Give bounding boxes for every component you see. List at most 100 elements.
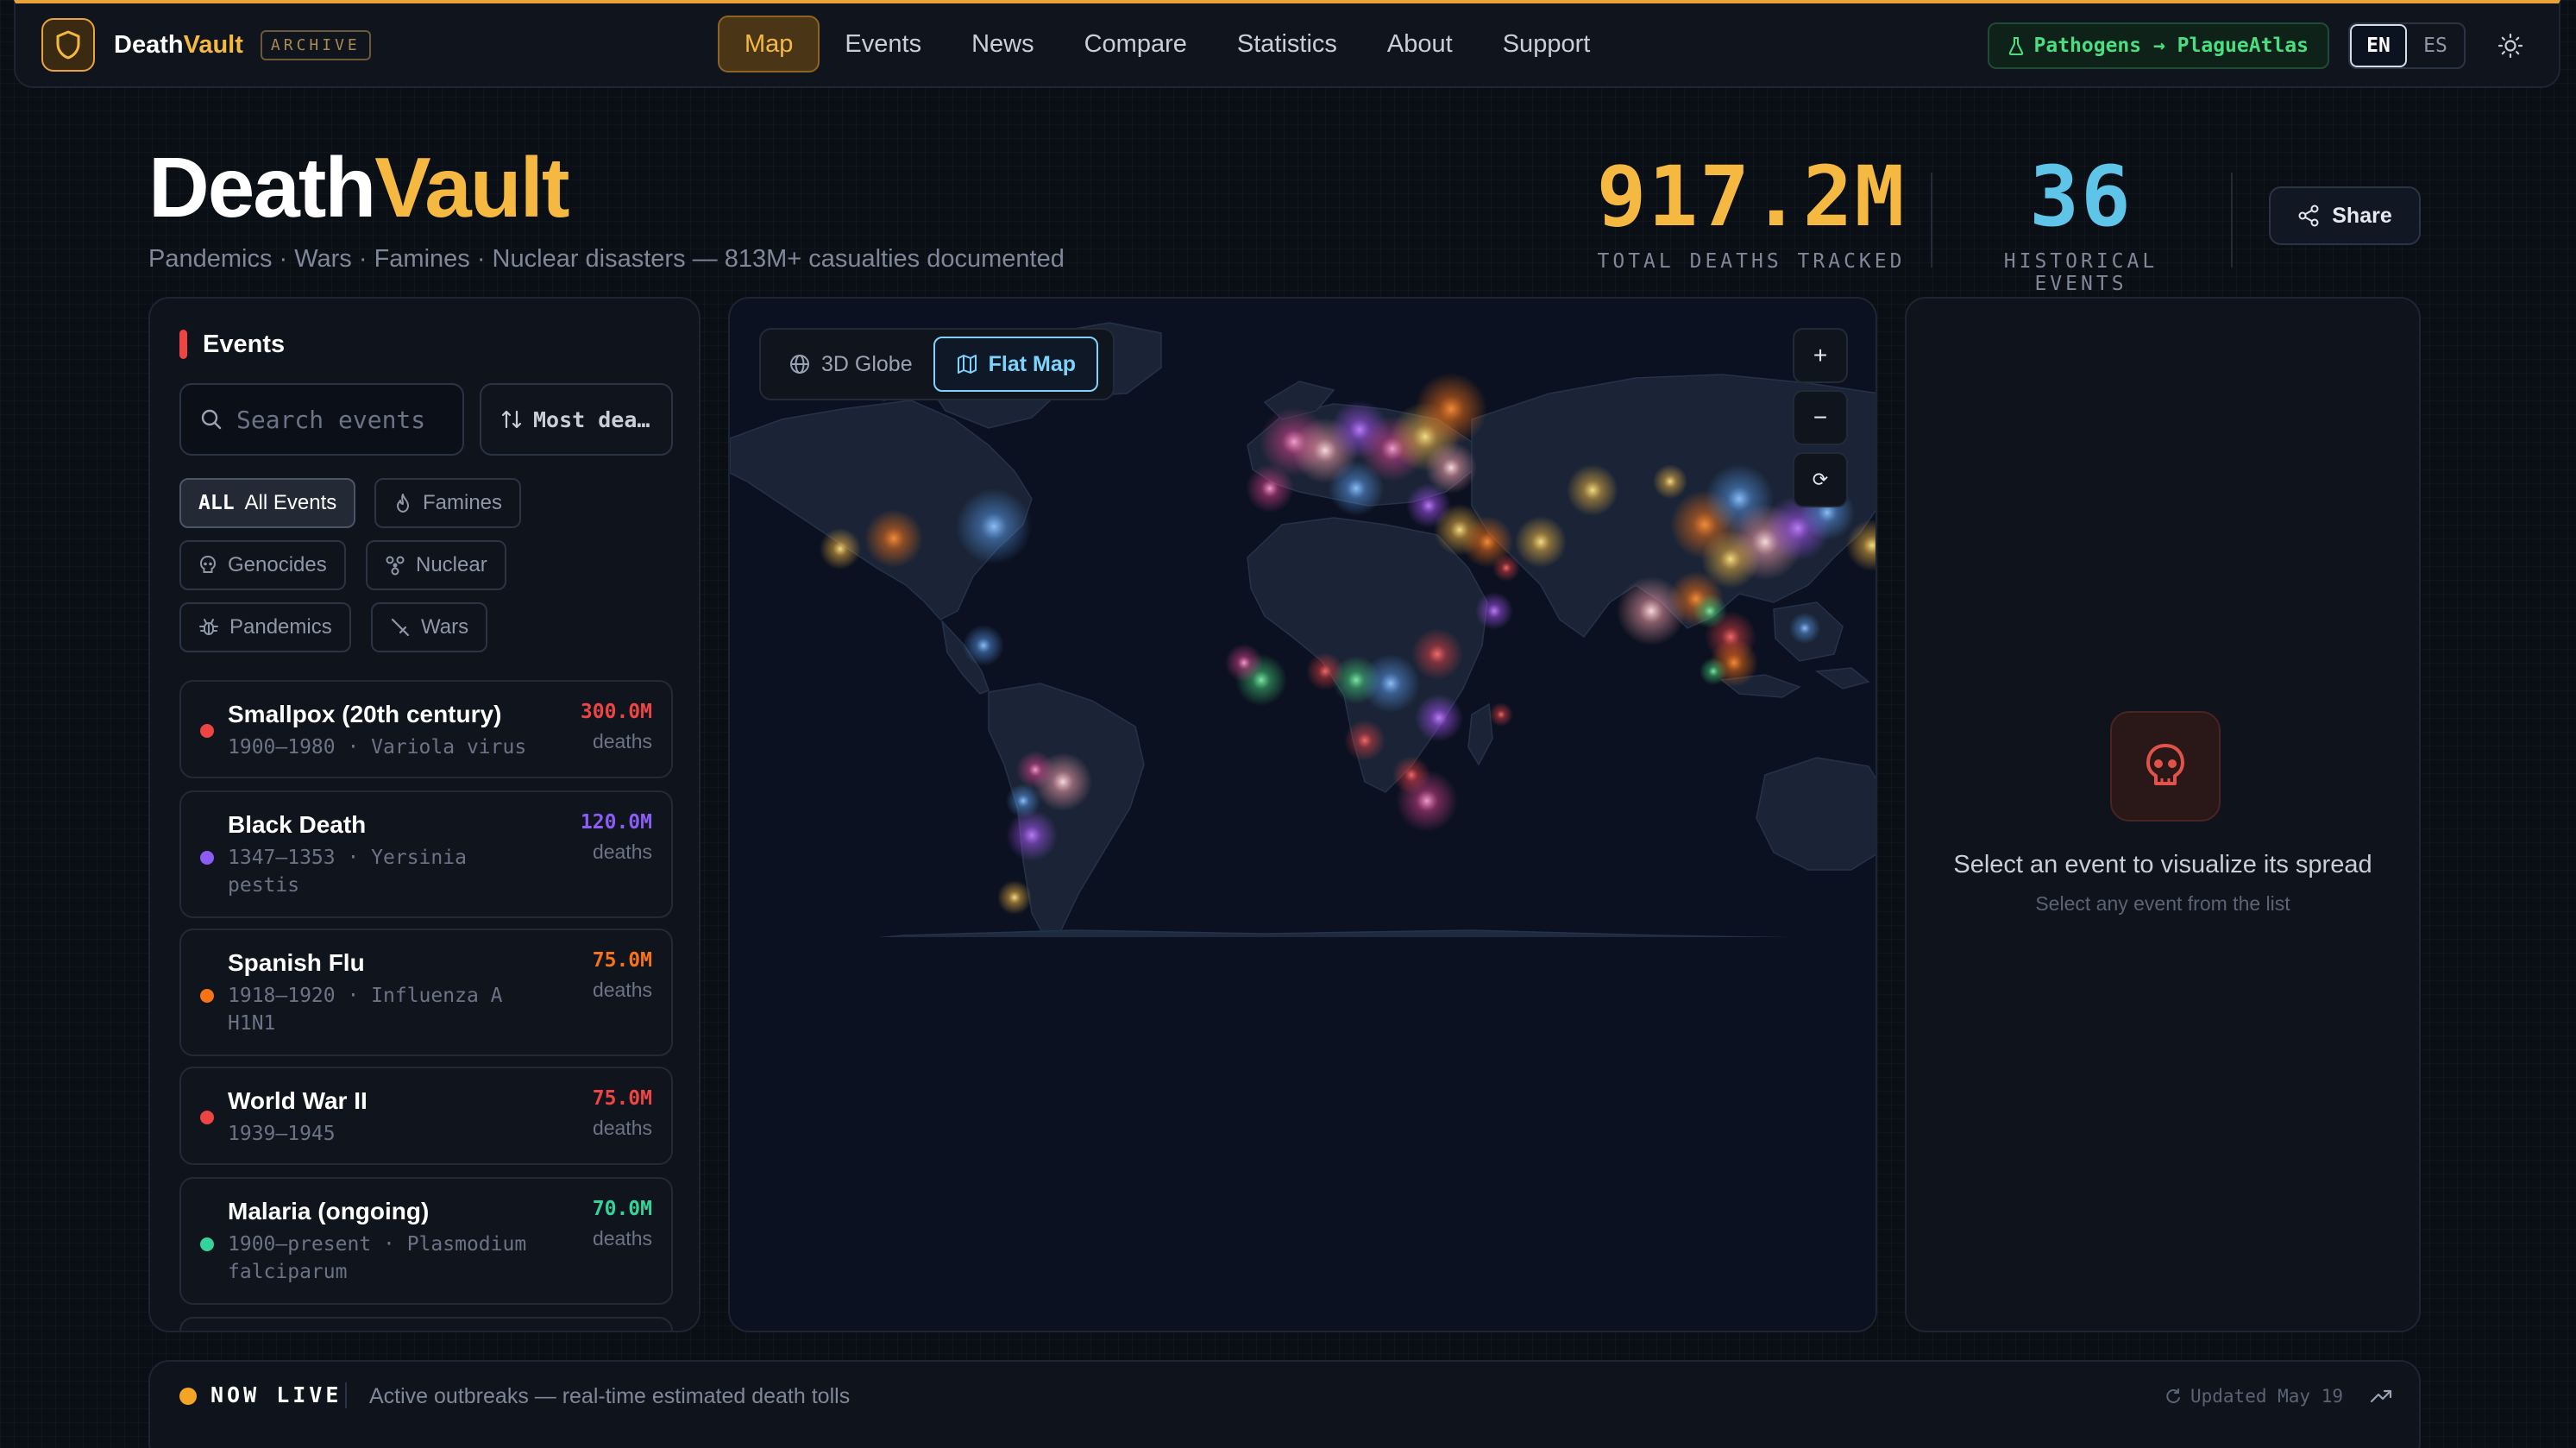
filter-wars-label: Wars xyxy=(421,615,469,639)
event-meta-line2: falciparum xyxy=(228,1261,348,1283)
nav-right: Pathogens → PlagueAtlas EN ES xyxy=(1987,22,2530,69)
events-title: Events xyxy=(203,330,286,358)
event-death-unit: deaths xyxy=(592,979,652,1001)
filter-genocides-label: Genocides xyxy=(228,553,327,576)
sort-icon xyxy=(501,410,522,429)
live-updated-text: Updated May 19 xyxy=(2190,1386,2343,1407)
brand-name[interactable]: DeathVault xyxy=(114,31,243,60)
sword-icon xyxy=(391,618,410,637)
nav-link-compare[interactable]: Compare xyxy=(1059,16,1212,72)
event-name: Malaria (ongoing) xyxy=(228,1198,430,1225)
event-card-world-war-ii[interactable]: World War II 1939–1945 75.0M deaths xyxy=(179,1067,673,1165)
event-card-malaria[interactable]: Malaria (ongoing) 1900–present · Plasmod… xyxy=(179,1177,673,1305)
archive-badge: ARCHIVE xyxy=(260,29,371,60)
title-part2: Vault xyxy=(374,140,569,235)
sun-icon[interactable] xyxy=(2491,27,2529,65)
bug-icon xyxy=(199,619,218,635)
language-switcher: EN ES xyxy=(2348,22,2466,69)
share-button[interactable]: Share xyxy=(2269,186,2421,245)
share-label: Share xyxy=(2332,203,2392,228)
event-name: Smallpox (20th century) xyxy=(228,701,502,727)
event-card-partial[interactable] xyxy=(179,1317,673,1331)
stat-total-deaths-label: TOTAL DEATHS TRACKED xyxy=(1597,250,1906,273)
map-icon xyxy=(957,355,977,374)
events-header: Events xyxy=(179,330,285,359)
globe-icon xyxy=(790,355,809,374)
map-panel: 3D Globe Flat Map + − ⟳ xyxy=(728,297,1877,1332)
filter-genocides[interactable]: Genocides xyxy=(179,540,346,590)
event-card-spanish-flu[interactable]: Spanish Flu 1918–1920 · Influenza A H1N1 … xyxy=(179,929,673,1056)
search-icon xyxy=(201,409,222,430)
main-nav: Map Events News Compare Statistics About… xyxy=(718,16,1615,72)
event-color-dot xyxy=(200,851,214,865)
event-name: World War II xyxy=(228,1087,368,1114)
event-meta: 1347–1353 · Yersinia pestis xyxy=(228,844,556,899)
event-color-dot xyxy=(200,1111,214,1124)
top-navbar: DeathVault ARCHIVE Map Events News Compa… xyxy=(14,0,2560,88)
filter-all-events[interactable]: ALL All Events xyxy=(179,478,356,528)
event-death-value: 70.0M xyxy=(592,1198,652,1220)
trending-up-icon[interactable] xyxy=(2369,1384,2393,1413)
event-meta-line1: 1347–1353 · Yersinia xyxy=(228,847,467,869)
detail-empty-title: Select an event to visualize its spread xyxy=(1953,851,2372,878)
stat-historical-events-label: HISTORICAL EVENTS xyxy=(2003,250,2158,295)
shield-logo-icon[interactable] xyxy=(41,18,95,72)
pathogens-link[interactable]: Pathogens → PlagueAtlas xyxy=(1987,22,2329,69)
search-input[interactable] xyxy=(236,405,426,434)
zoom-in-button[interactable]: + xyxy=(1793,328,1848,383)
filter-nuclear[interactable]: Nuclear xyxy=(366,540,506,590)
event-death-value: 75.0M xyxy=(592,949,652,972)
event-meta: 1900–present · Plasmodium falciparum xyxy=(228,1231,556,1286)
event-card-black-death[interactable]: Black Death 1347–1353 · Yersinia pestis 1… xyxy=(179,790,673,918)
reset-view-button[interactable]: ⟳ xyxy=(1793,452,1848,507)
event-meta-line1: 1918–1920 · Influenza A xyxy=(228,985,503,1007)
filter-all-tag: ALL xyxy=(198,492,235,514)
event-death-value: 300.0M xyxy=(580,701,652,723)
page-subtitle: Pandemics · Wars · Famines · Nuclear dis… xyxy=(148,245,1065,273)
mode-flat-map-label: Flat Map xyxy=(988,351,1077,376)
event-death-value: 120.0M xyxy=(580,811,652,834)
event-meta-line1: 1900–present · Plasmodium xyxy=(228,1233,527,1256)
pathogens-label: Pathogens → PlagueAtlas xyxy=(2033,35,2309,57)
mode-flat-map[interactable]: Flat Map xyxy=(933,337,1099,392)
event-meta: 1939–1945 xyxy=(228,1120,556,1148)
mode-3d-globe-label: 3D Globe xyxy=(821,351,913,376)
brand-part1: Death xyxy=(114,30,184,59)
lang-es[interactable]: ES xyxy=(2407,24,2464,67)
event-color-dot xyxy=(200,724,214,738)
title-part1: Death xyxy=(148,140,376,235)
event-death-value: 75.0M xyxy=(592,1087,652,1110)
live-divider xyxy=(345,1382,347,1408)
event-name: Black Death xyxy=(228,811,367,838)
zoom-out-button[interactable]: − xyxy=(1793,390,1848,445)
radiation-icon xyxy=(386,556,405,576)
event-death-unit: deaths xyxy=(592,730,652,752)
brand-part2: Vault xyxy=(183,30,243,59)
flask-icon xyxy=(2008,37,2023,55)
live-updated: Updated May 19 xyxy=(2164,1386,2343,1407)
event-card-smallpox[interactable]: Smallpox (20th century) 1900–1980 · Vari… xyxy=(179,680,673,778)
filter-pandemics[interactable]: Pandemics xyxy=(179,602,351,652)
filter-famines[interactable]: Famines xyxy=(374,478,522,528)
search-box[interactable] xyxy=(179,383,464,456)
live-indicator-dot xyxy=(179,1388,197,1405)
live-label: NOW LIVE xyxy=(210,1382,342,1407)
sort-button[interactable]: Most dea… xyxy=(480,383,673,456)
nav-link-support[interactable]: Support xyxy=(1478,16,1616,72)
lang-en[interactable]: EN xyxy=(2350,24,2407,67)
filter-pandemics-label: Pandemics xyxy=(229,615,332,639)
filter-all-label: All Events xyxy=(244,491,337,514)
refresh-icon[interactable] xyxy=(2164,1388,2182,1405)
filter-wars[interactable]: Wars xyxy=(371,602,488,652)
live-description: Active outbreaks — real-time estimated d… xyxy=(369,1384,851,1408)
event-meta: 1918–1920 · Influenza A H1N1 xyxy=(228,982,556,1037)
nav-link-news[interactable]: News xyxy=(946,16,1059,72)
event-meta: 1900–1980 · Variola virus xyxy=(228,733,556,761)
event-meta-line2: pestis xyxy=(228,874,300,897)
events-panel: Events Most dea… ALL All Events Famines … xyxy=(148,297,701,1332)
nav-link-statistics[interactable]: Statistics xyxy=(1212,16,1362,72)
nav-link-map[interactable]: Map xyxy=(718,16,820,72)
nav-link-about[interactable]: About xyxy=(1362,16,1478,72)
nav-link-events[interactable]: Events xyxy=(820,16,946,72)
mode-3d-globe[interactable]: 3D Globe xyxy=(768,337,933,392)
